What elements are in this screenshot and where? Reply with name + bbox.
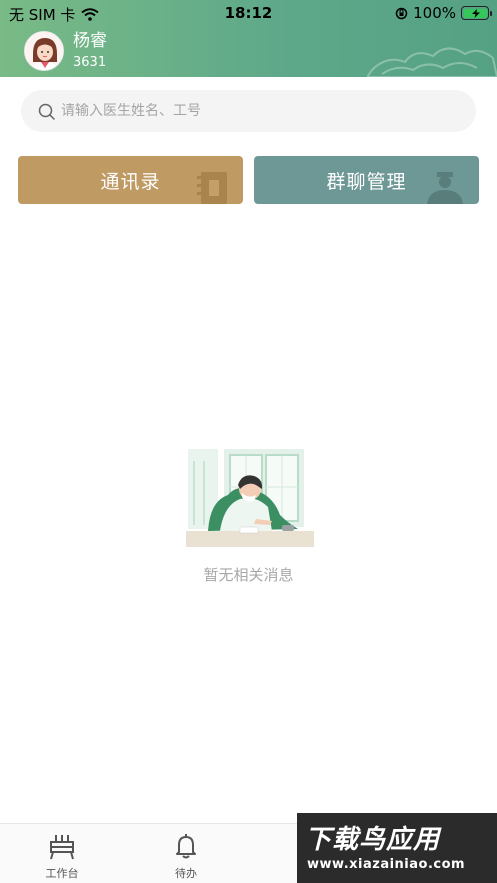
contacts-button[interactable]: 通讯录 — [18, 156, 243, 204]
user-id: 3631 — [73, 55, 107, 70]
contacts-label: 通讯录 — [100, 170, 161, 193]
tab-todo-label: 待办 — [175, 867, 197, 880]
group-chat-management-button[interactable]: 群聊管理 — [254, 156, 479, 204]
watermark-url: www.xiazainiao.com — [307, 857, 466, 872]
workbench-icon — [50, 835, 74, 860]
search-input[interactable] — [61, 103, 451, 119]
profile-info: 杨睿 3631 — [73, 30, 107, 72]
search-icon — [38, 103, 55, 120]
battery-percent: 100% — [413, 4, 456, 22]
group-chat-management-label: 群聊管理 — [326, 170, 407, 193]
watermark-overlay: 下载鸟应用 www.xiazainiao.com — [297, 813, 497, 883]
address-book-icon — [197, 172, 227, 204]
tab-workbench[interactable]: 工作台 — [27, 832, 97, 881]
battery-fill — [463, 8, 487, 18]
watermark-title: 下载鸟应用 — [305, 825, 441, 855]
user-profile[interactable]: 杨睿 3631 — [24, 30, 107, 72]
doctor-avatar-icon — [25, 32, 63, 70]
orientation-lock-icon — [395, 7, 408, 19]
empty-state-illustration — [186, 449, 314, 547]
empty-state-text: 暂无相关消息 — [203, 566, 294, 584]
battery-icon — [461, 6, 492, 20]
status-bar: 无 SIM 卡 18:12 100% — [0, 0, 497, 26]
status-right: 100% — [395, 4, 492, 22]
tab-workbench-label: 工作台 — [45, 867, 79, 880]
search-bar[interactable] — [21, 90, 476, 132]
person-icon — [427, 172, 463, 204]
tab-todo[interactable]: 待办 — [151, 832, 221, 881]
bell-icon — [176, 834, 196, 859]
user-name: 杨睿 — [73, 31, 107, 51]
cloud-pattern-decoration — [367, 47, 497, 77]
avatar[interactable] — [24, 31, 64, 71]
